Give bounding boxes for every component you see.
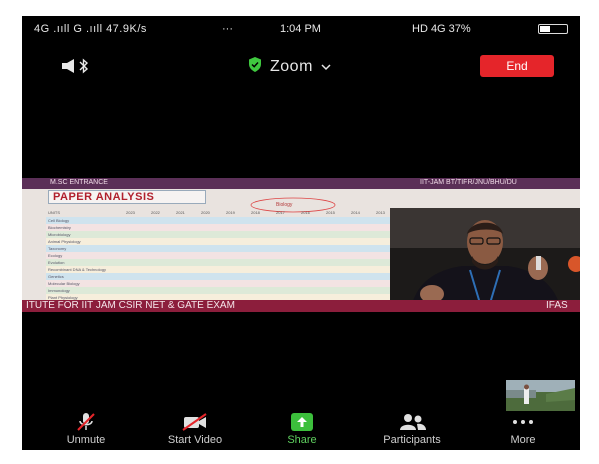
slide-title: PAPER ANALYSIS (48, 190, 206, 204)
participants-button[interactable]: Participants (372, 412, 452, 450)
status-right-info: HD 4G 37% (412, 23, 471, 35)
table-row-label: Molecular Biology (48, 281, 80, 286)
banner-right-text: IFAS (546, 300, 568, 311)
table-row-label: Biochemistry (48, 225, 71, 230)
microphone-muted-icon (75, 412, 97, 432)
more-label: More (510, 434, 536, 446)
table-header-cell: 2017 (276, 210, 285, 215)
start-video-label: Start Video (167, 434, 223, 446)
slide-header: M.SC ENTRANCE IIT-JAM BT/TIFR/JNU/BHU/DU (22, 178, 580, 189)
phone-screen: 4G .ııll G .ııll 47.9K/s ··· 1:04 PM HD … (22, 16, 580, 450)
share-label: Share (287, 434, 317, 446)
status-time: 1:04 PM (280, 23, 321, 35)
table-header-cell: 2020 (201, 210, 210, 215)
table-header-cell: 2013 (376, 210, 385, 215)
participants-label: Participants (383, 434, 441, 446)
bluetooth-speaker-icon[interactable] (62, 58, 102, 74)
table-row-label: Ecology (48, 253, 63, 258)
shared-screen: M.SC ENTRANCE IIT-JAM BT/TIFR/JNU/BHU/DU… (22, 178, 580, 312)
video-off-icon (182, 412, 208, 432)
more-dots-icon (512, 412, 534, 432)
battery-icon (538, 24, 568, 34)
unmute-label: Unmute (66, 434, 106, 446)
unmute-button[interactable]: Unmute (54, 412, 118, 450)
institute-banner: ITUTE FOR IIT JAM CSIR NET & GATE EXAM I… (22, 300, 580, 312)
table-header-cell: 2018 (251, 210, 260, 215)
self-view-thumbnail[interactable] (506, 380, 575, 411)
table-header-cell: 2023 (126, 210, 135, 215)
table-row-label: Genetics (48, 274, 64, 279)
status-bar: 4G .ııll G .ııll 47.9K/s ··· 1:04 PM HD … (22, 16, 580, 40)
meeting-top-bar: Zoom End (22, 52, 580, 82)
banner-left-text: ITUTE FOR IIT JAM CSIR NET & GATE EXAM (26, 300, 235, 311)
more-button[interactable]: More (498, 412, 548, 450)
share-button[interactable]: Share (280, 412, 324, 450)
signal-info: 4G .ııll G .ııll 47.9K/s (34, 23, 147, 35)
meeting-title: Zoom (270, 58, 313, 75)
table-header-cell: 2016 (301, 210, 310, 215)
table-row-label: Immunology (48, 288, 70, 293)
table-header-cell: 2014 (351, 210, 360, 215)
table-header-cell: UNITS (48, 210, 60, 215)
start-video-button[interactable]: Start Video (150, 412, 240, 450)
table-row-label: Recombinant DNA & Technology (48, 267, 106, 272)
table-row-label: Microbiology (48, 232, 71, 237)
table-row-label: Evolution (48, 260, 65, 265)
table-header-cell: 2021 (176, 210, 185, 215)
meeting-title-dropdown[interactable]: Zoom (248, 56, 331, 78)
table-row-label: Animal Physiology (48, 239, 81, 244)
shield-icon (248, 57, 262, 77)
table-header-cell: 2022 (151, 210, 160, 215)
table-row-label: Taxonomy (48, 246, 67, 251)
share-arrow-icon (291, 412, 313, 432)
participants-icon (397, 412, 427, 432)
status-dots: ··· (222, 23, 233, 35)
table-row-label: Cell Biology (48, 218, 70, 223)
chevron-down-icon (321, 58, 331, 76)
table-header-cell: 2019 (226, 210, 235, 215)
slide-header-left: M.SC ENTRANCE (50, 179, 108, 186)
slide-header-right: IIT-JAM BT/TIFR/JNU/BHU/DU (420, 179, 517, 186)
meeting-toolbar: Unmute Start Video Share Participants Mo… (22, 412, 580, 450)
table-header-cell: 2015 (326, 210, 335, 215)
presenter-video (390, 208, 580, 312)
end-meeting-button[interactable]: End (480, 55, 554, 77)
